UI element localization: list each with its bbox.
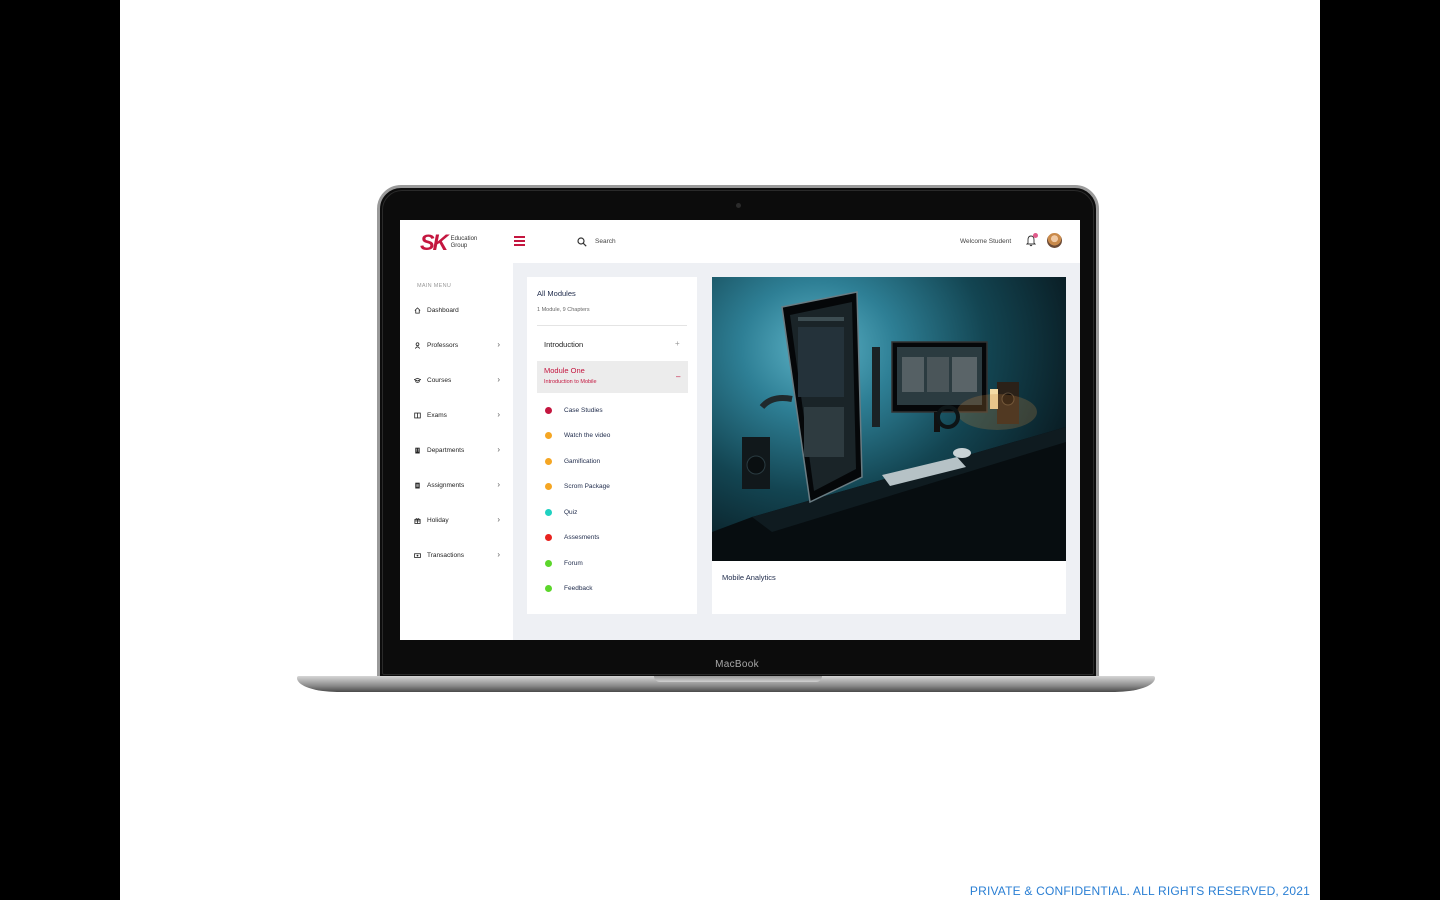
expand-icon[interactable]: + — [675, 339, 680, 348]
chapter-feedback[interactable]: Feedback — [545, 585, 593, 592]
logo-mark: SK — [420, 230, 449, 255]
sidebar-item-dashboard[interactable]: Dashboard — [414, 304, 500, 316]
graduation-cap-icon — [414, 377, 421, 383]
sidebar-item-label: Holiday — [427, 516, 449, 524]
modules-title: All Modules — [537, 289, 576, 298]
chevron-right-icon: › — [497, 410, 500, 419]
sidebar-item-assignments[interactable]: Assignments › — [414, 479, 500, 491]
gift-icon — [414, 517, 421, 524]
sidebar-item-exams[interactable]: Exams › — [414, 409, 500, 421]
video-caption: Mobile Analytics — [722, 573, 776, 582]
chapter-scrom-package[interactable]: Scrom Package — [545, 483, 610, 490]
modules-subtitle: 1 Module, 9 Chapters — [537, 307, 590, 313]
sidebar-item-holiday[interactable]: Holiday › — [414, 514, 500, 526]
chevron-right-icon: › — [497, 445, 500, 454]
sidebar-item-label: Exams — [427, 411, 447, 419]
sidebar-item-courses[interactable]: Courses › — [414, 374, 500, 386]
chevron-right-icon: › — [497, 515, 500, 524]
chapter-label: Forum — [564, 560, 583, 567]
laptop-brand: MacBook — [715, 659, 759, 670]
module-one[interactable]: Module One Introduction to Mobile – — [537, 361, 688, 393]
sidebar-item-label: Dashboard — [427, 306, 459, 314]
laptop-notch — [654, 676, 822, 682]
chapter-label: Quiz — [564, 509, 578, 516]
home-icon — [414, 306, 421, 314]
sidebar-title: MAIN MENU — [417, 283, 452, 289]
sidebar-item-transactions[interactable]: Transactions › — [414, 549, 500, 561]
menu-toggle-icon[interactable] — [514, 236, 525, 248]
money-icon — [414, 552, 421, 558]
sidebar-item-label: Departments — [427, 446, 465, 454]
sidebar-item-departments[interactable]: Departments › — [414, 444, 500, 456]
search-icon[interactable] — [577, 237, 587, 247]
top-bar: SK Education Group Search Welcome Studen… — [400, 220, 1080, 263]
sidebar-item-professors[interactable]: Professors › — [414, 339, 500, 351]
status-dot — [545, 585, 552, 592]
camera-icon — [736, 203, 741, 208]
status-dot — [545, 534, 552, 541]
chapter-gamification[interactable]: Gamification — [545, 458, 600, 465]
confidential-notice: PRIVATE & CONFIDENTIAL. ALL RIGHTS RESER… — [969, 884, 1310, 898]
video-thumbnail[interactable] — [712, 277, 1066, 561]
chapter-label: Scrom Package — [564, 483, 610, 490]
chapter-forum[interactable]: Forum — [545, 560, 583, 567]
chapter-watch-video[interactable]: Watch the video — [545, 432, 610, 439]
notification-badge — [1033, 233, 1038, 238]
chapter-quiz[interactable]: Quiz — [545, 509, 577, 516]
status-dot — [545, 509, 552, 516]
chapter-assesments[interactable]: Assesments — [545, 534, 599, 541]
module-one-subtitle: Introduction to Mobile — [544, 379, 597, 385]
chevron-right-icon: › — [497, 550, 500, 559]
status-dot — [545, 407, 552, 414]
module-one-title: Module One — [544, 366, 585, 375]
status-dot — [545, 458, 552, 465]
clipboard-icon — [415, 482, 420, 488]
desk-setup-image — [712, 291, 1066, 561]
chapter-label: Case Studies — [564, 407, 603, 414]
sidebar-item-label: Transactions — [427, 551, 464, 559]
chapter-label: Watch the video — [564, 432, 611, 439]
logo-line-1: Education — [450, 236, 478, 242]
chapter-label: Assesments — [564, 534, 600, 541]
user-icon — [414, 341, 421, 349]
sidebar-item-label: Assignments — [427, 481, 465, 489]
status-dot — [545, 432, 552, 439]
chevron-right-icon: › — [497, 375, 500, 384]
chapter-label: Gamification — [564, 458, 601, 465]
chevron-right-icon: › — [497, 480, 500, 489]
sidebar: MAIN MENU Dashboard Professors › Courses… — [400, 263, 513, 640]
collapse-icon[interactable]: – — [676, 372, 680, 381]
status-dot — [545, 483, 552, 490]
chapter-label: Feedback — [564, 585, 593, 592]
chevron-right-icon: › — [497, 340, 500, 349]
avatar[interactable] — [1047, 233, 1062, 248]
module-introduction[interactable]: Introduction — [544, 340, 583, 349]
building-icon — [415, 447, 420, 453]
logo-text: Education Group — [451, 236, 478, 250]
app-screen: SK Education Group Search Welcome Studen… — [400, 220, 1080, 640]
video-panel: Mobile Analytics — [712, 277, 1066, 614]
chapter-case-studies[interactable]: Case Studies — [545, 407, 603, 414]
logo-line-2: Group — [450, 243, 468, 249]
sidebar-item-label: Professors — [427, 341, 459, 349]
modules-panel: All Modules 1 Module, 9 Chapters Introdu… — [527, 277, 697, 614]
search-input[interactable]: Search — [595, 238, 616, 245]
status-dot — [545, 560, 552, 567]
book-icon — [414, 412, 421, 418]
logo[interactable]: SK Education Group — [420, 230, 477, 256]
welcome-text: Welcome Student — [960, 238, 1012, 245]
sidebar-item-label: Courses — [427, 376, 452, 384]
divider — [537, 325, 687, 326]
